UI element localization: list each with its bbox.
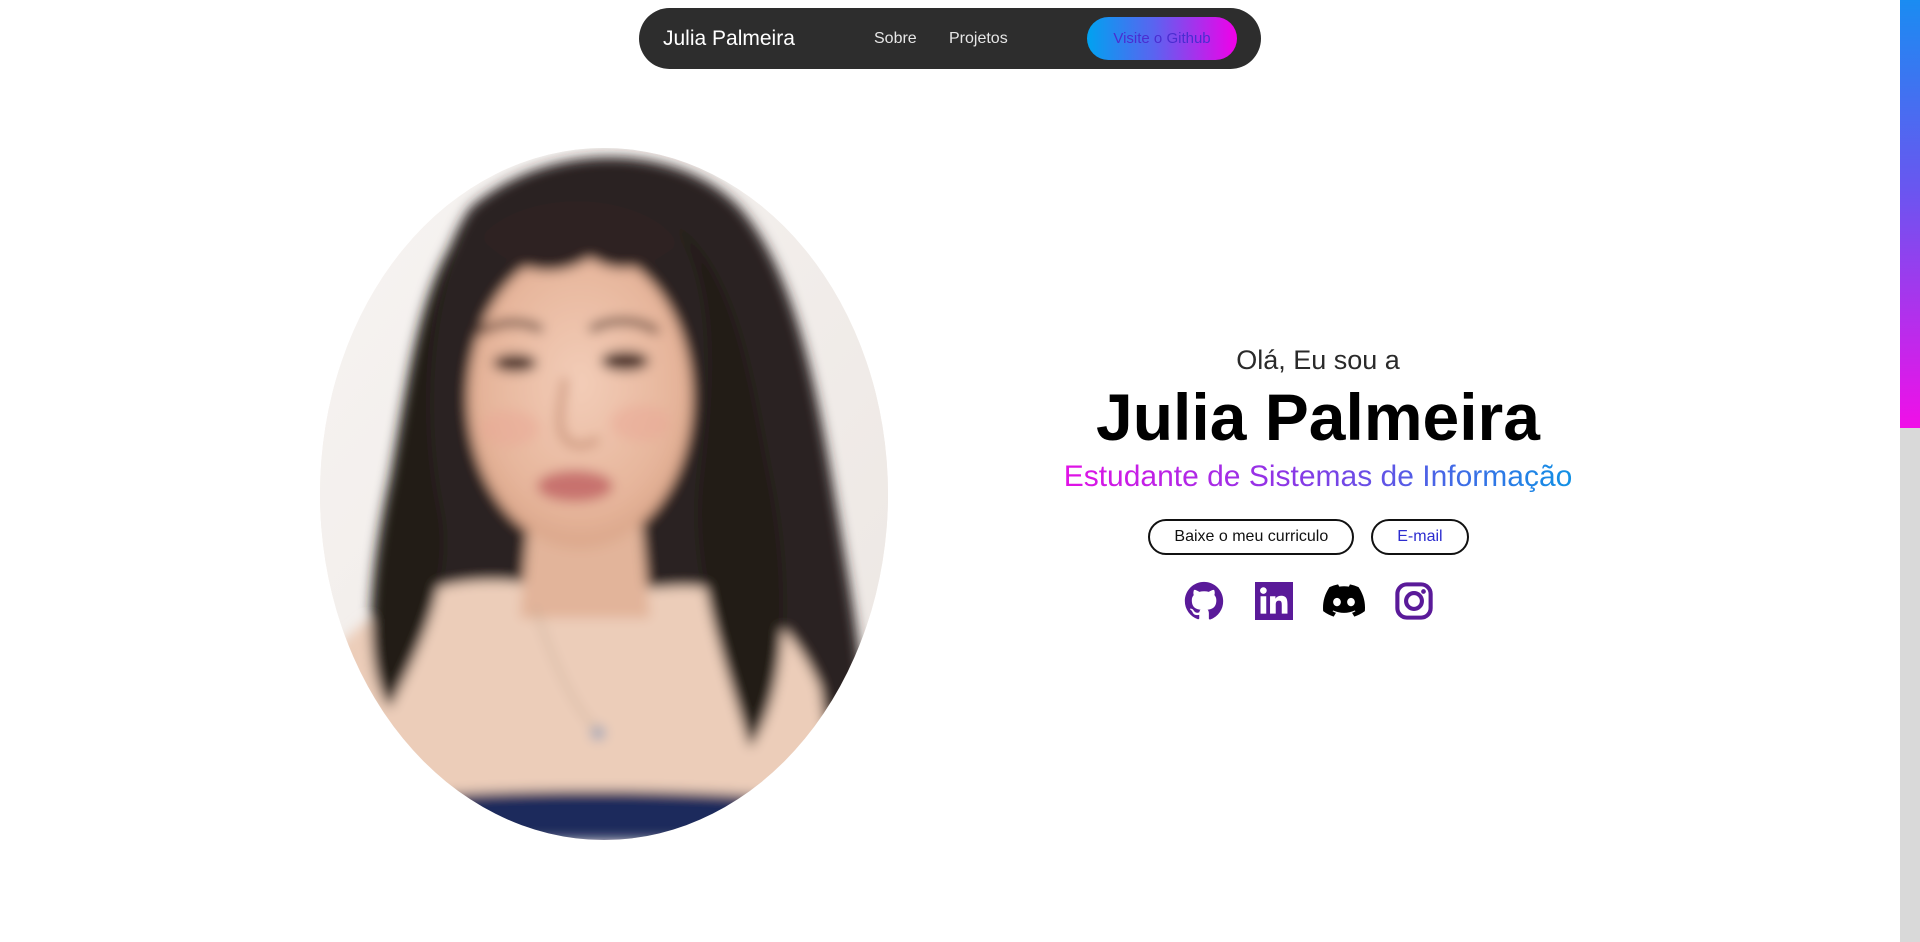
linkedin-icon[interactable] xyxy=(1253,580,1295,622)
instagram-icon[interactable] xyxy=(1393,580,1435,622)
page: Julia Palmeira Sobre Projetos Visite o G… xyxy=(0,0,1920,942)
github-button[interactable]: Visite o Github xyxy=(1087,17,1237,60)
nav-link-projetos[interactable]: Projetos xyxy=(949,8,1008,69)
email-button[interactable]: E-mail xyxy=(1371,519,1469,555)
portrait-illustration xyxy=(320,148,888,840)
social-links xyxy=(1020,580,1616,622)
navbar: Julia Palmeira Sobre Projetos Visite o G… xyxy=(639,8,1261,69)
hero-subtitle: Estudante de Sistemas de Informação xyxy=(1020,456,1616,498)
discord-icon[interactable] xyxy=(1322,580,1365,622)
github-icon[interactable] xyxy=(1183,580,1225,622)
download-resume-button[interactable]: Baixe o meu curriculo xyxy=(1148,519,1355,555)
nav-brand[interactable]: Julia Palmeira xyxy=(663,8,795,69)
nav-link-sobre[interactable]: Sobre xyxy=(874,8,917,69)
scrollbar-thumb[interactable] xyxy=(1900,0,1920,428)
hero-buttons: Baixe o meu curriculo E-mail xyxy=(1020,519,1616,555)
profile-photo xyxy=(320,148,888,840)
greeting-text: Olá, Eu sou a xyxy=(1236,345,1400,375)
hero-name: Julia Palmeira xyxy=(1096,380,1540,454)
scrollbar[interactable] xyxy=(1900,0,1920,942)
hero-section: Olá, Eu sou a Julia Palmeira Estudante d… xyxy=(1020,335,1616,622)
